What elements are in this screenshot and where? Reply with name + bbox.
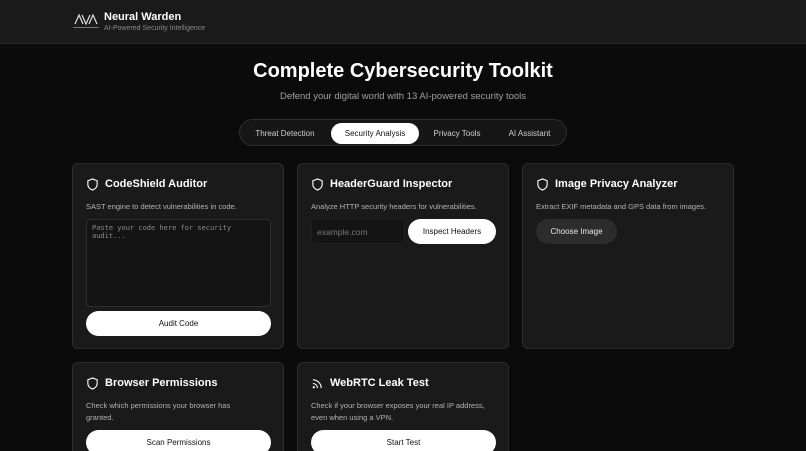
webrtc-leak-test-card: WebRTC Leak Test Check if your browser e…	[297, 362, 509, 451]
top-bar: Neural Warden AI-Powered Security Intell…	[0, 0, 806, 44]
shield-icon	[312, 178, 323, 191]
card-title: HeaderGuard Inspector	[330, 178, 453, 190]
card-title: Image Privacy Analyzer	[555, 178, 678, 190]
start-test-button[interactable]: Start Test	[311, 430, 496, 451]
headerguard-inspector-card: HeaderGuard Inspector Analyze HTTP secur…	[297, 163, 509, 349]
card-description: Extract EXIF metadata and GPS data from …	[536, 202, 707, 211]
image-privacy-analyzer-card: Image Privacy Analyzer Extract EXIF meta…	[522, 163, 734, 349]
card-description: Analyze HTTP security headers for vulner…	[311, 202, 477, 211]
category-tabs: Threat Detection Security Analysis Priva…	[239, 119, 567, 146]
card-title: CodeShield Auditor	[105, 178, 208, 190]
shield-icon	[537, 178, 548, 191]
rss-icon	[312, 379, 322, 389]
brand-name: Neural Warden	[104, 11, 182, 23]
page-subtitle: Defend your digital world with 13 AI-pow…	[279, 91, 527, 102]
neural-warden-logo[interactable]	[72, 11, 100, 31]
code-input[interactable]: Paste your code here for security audit.…	[86, 219, 271, 307]
tab-security-analysis[interactable]: Security Analysis	[331, 123, 419, 144]
domain-input[interactable]: example.com	[311, 219, 405, 244]
tab-threat-detection[interactable]: Threat Detection	[246, 123, 324, 144]
scan-permissions-button[interactable]: Scan Permissions	[86, 430, 271, 451]
codeshield-auditor-card: CodeShield Auditor SAST engine to detect…	[72, 163, 284, 349]
browser-permissions-card: Browser Permissions Check which permissi…	[72, 362, 284, 451]
card-description: SAST engine to detect vulnerabilities in…	[86, 202, 237, 211]
choose-image-button[interactable]: Choose Image	[536, 219, 617, 244]
card-description: Check if your browser exposes your real …	[311, 401, 485, 422]
brand-tagline: AI-Powered Security Intelligence	[104, 25, 206, 32]
tab-privacy-tools[interactable]: Privacy Tools	[426, 123, 488, 144]
shield-icon	[87, 178, 98, 191]
card-title: Browser Permissions	[105, 377, 218, 389]
page-title: Complete Cybersecurity Toolkit	[253, 60, 553, 82]
shield-icon	[87, 377, 98, 390]
card-description: Check which permissions your browser has…	[86, 401, 231, 422]
audit-code-button[interactable]: Audit Code	[86, 311, 271, 336]
card-title: WebRTC Leak Test	[330, 377, 429, 389]
inspect-headers-button[interactable]: Inspect Headers	[408, 219, 496, 244]
tab-ai-assistant[interactable]: AI Assistant	[498, 123, 561, 144]
